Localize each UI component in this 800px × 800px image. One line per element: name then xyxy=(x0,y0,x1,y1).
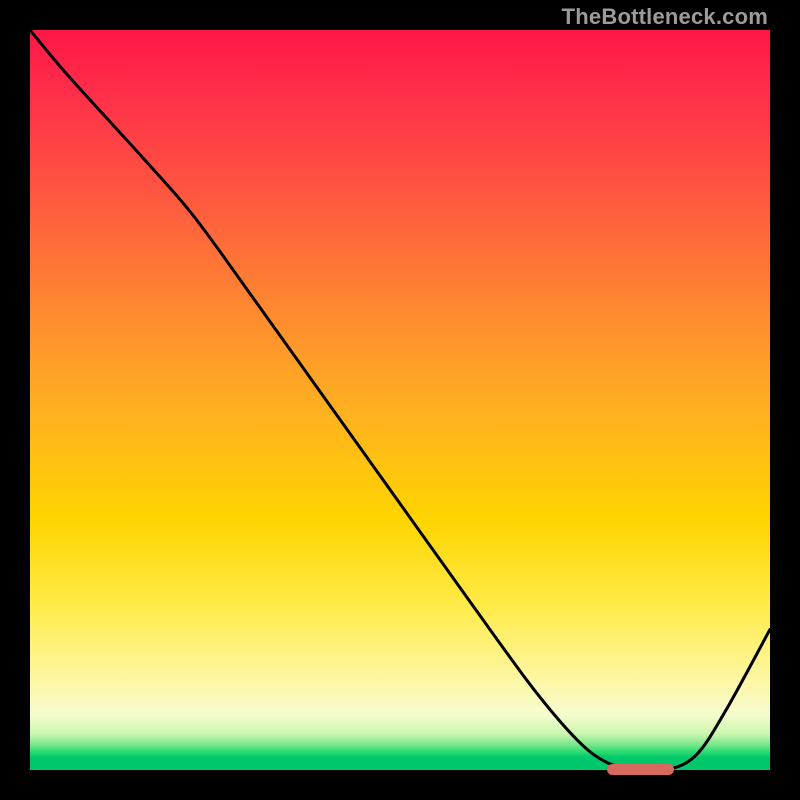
optimal-range-marker xyxy=(607,764,674,775)
chart-frame xyxy=(30,30,770,770)
watermark-text: TheBottleneck.com xyxy=(562,4,768,30)
bottleneck-curve xyxy=(30,30,770,770)
